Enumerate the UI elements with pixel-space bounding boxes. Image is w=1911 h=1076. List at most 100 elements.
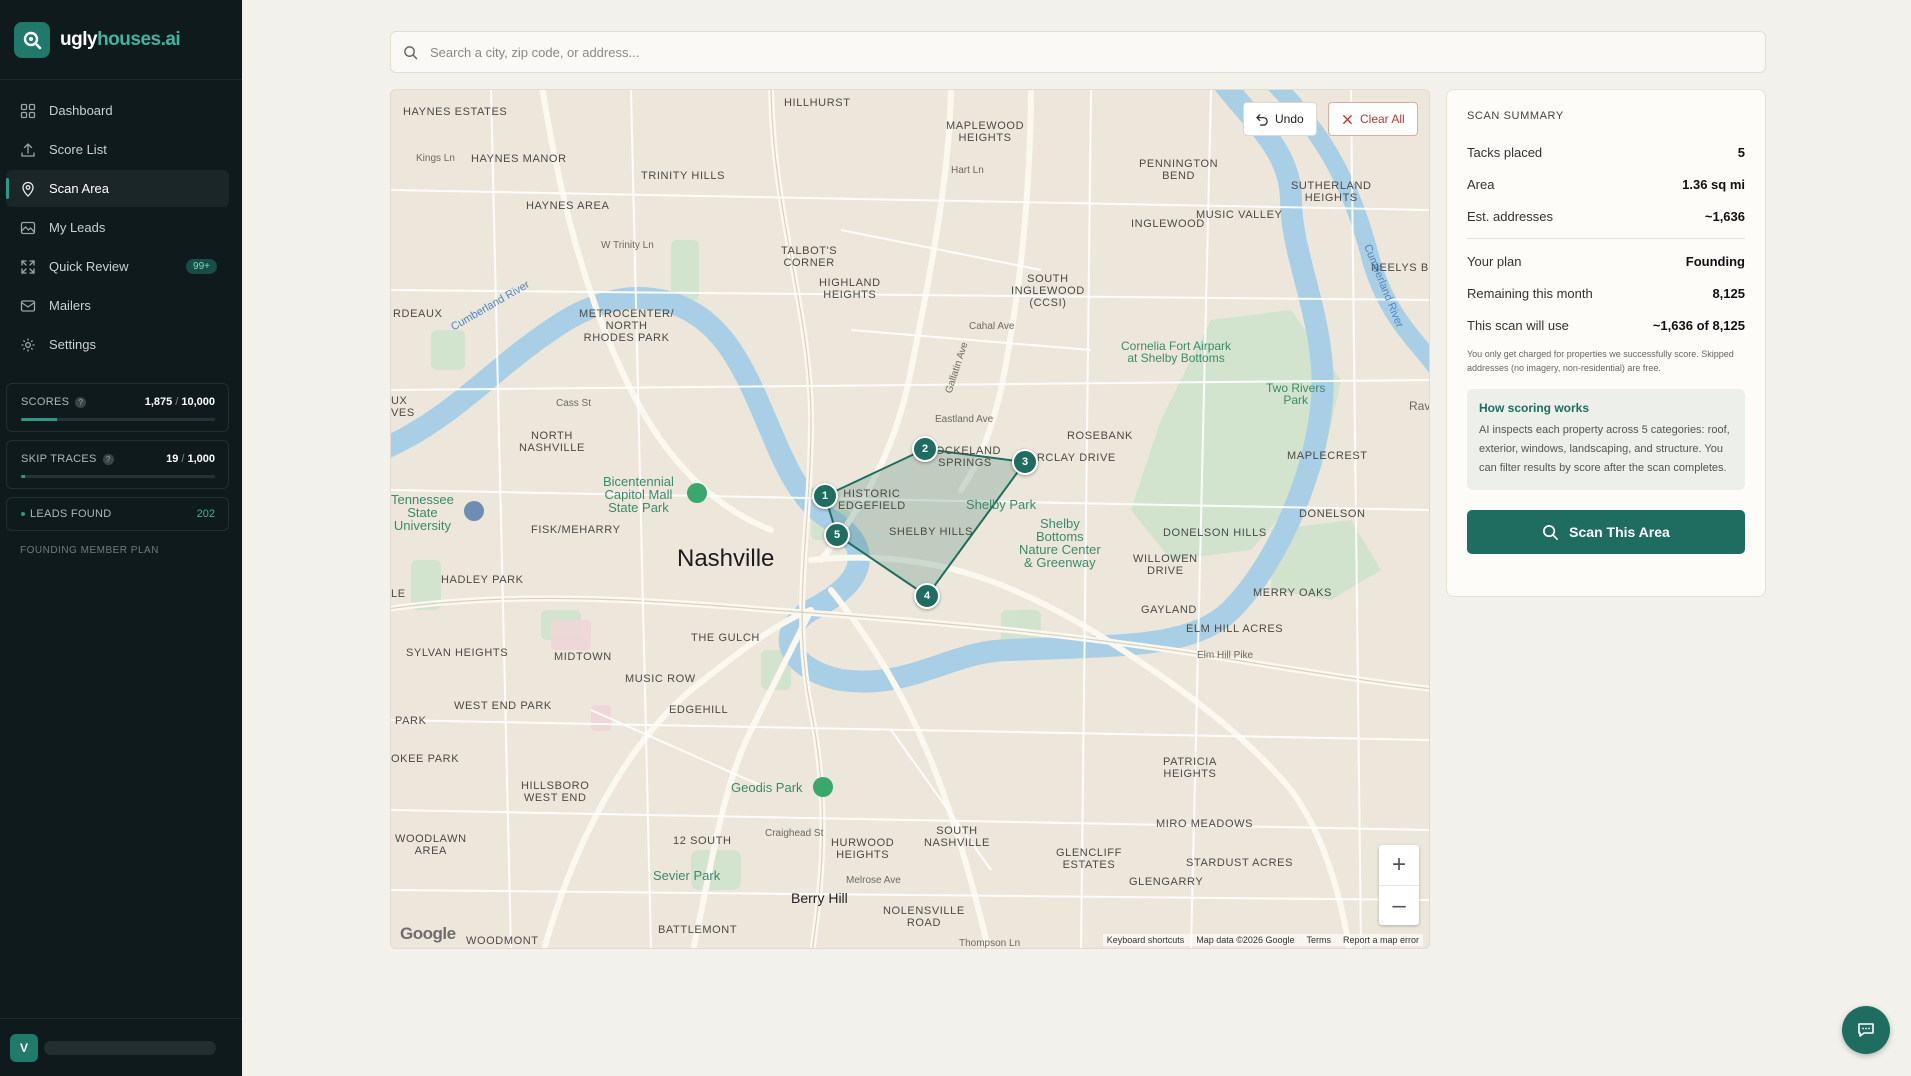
map-tack[interactable]: 1 (812, 483, 838, 509)
map-label: WEST END PARK (454, 700, 552, 712)
undo-button[interactable]: Undo (1243, 102, 1317, 136)
map-label-road: Eastland Ave (935, 414, 994, 425)
map-label: TRINITY HILLS (641, 170, 726, 182)
map-label: THE GULCH (691, 632, 760, 644)
summary-row: Remaining this month 8,125 (1467, 285, 1745, 301)
plan-label: FOUNDING MEMBER PLAN (20, 545, 159, 556)
zoom-out-button[interactable]: – (1379, 885, 1419, 925)
zoom-in-button[interactable]: + (1379, 845, 1419, 885)
search-icon (1543, 524, 1559, 540)
report-error-link[interactable]: Report a map error (1343, 935, 1419, 945)
map-label: HADLEY PARK (441, 574, 524, 586)
how-title: How scoring works (1479, 401, 1590, 415)
map-data-attribution: Map data ©2026 Google (1196, 935, 1295, 945)
map-label: PENNINGTON BEND (1139, 158, 1219, 182)
map-label-road: Cahal Ave (969, 321, 1015, 332)
help-icon[interactable]: ? (102, 453, 114, 465)
map-label: GLENGARRY (1129, 876, 1204, 888)
search-input[interactable] (430, 44, 1730, 60)
map-label: HILLHURST (784, 97, 851, 109)
map-label-road: Kings Ln (416, 153, 455, 164)
map-label: HILLSBORO WEST END (521, 780, 590, 804)
upload-icon (21, 142, 35, 157)
nav-item-my-leads[interactable]: My Leads (6, 209, 229, 246)
chat-button[interactable] (1842, 1006, 1890, 1054)
map-label: NOLENSVILLE ROAD (883, 905, 965, 929)
map-label: INGLEWOOD (1131, 218, 1205, 230)
map-label: HURWOOD HEIGHTS (831, 837, 895, 861)
nav-item-settings[interactable]: Settings (6, 326, 229, 363)
map-label: MIDTOWN (554, 651, 612, 663)
map-label-road: Elm Hill Pike (1197, 650, 1254, 661)
map-label: ROSEBANK (1067, 430, 1133, 442)
scores-progress-fill (21, 418, 58, 421)
nav-item-score-list[interactable]: Score List (6, 131, 229, 168)
nav-item-scan-area[interactable]: Scan Area (6, 170, 229, 207)
map-label: MAPLECREST (1287, 450, 1368, 462)
map-label: Tennessee State University (391, 492, 454, 533)
brand[interactable]: uglyhouses.ai (0, 0, 242, 80)
map-label: DONELSON HILLS (1163, 527, 1267, 539)
scores-value: 1,875/10,000 (144, 396, 215, 408)
summary-row: This scan will use ~1,636 of 8,125 (1467, 317, 1745, 333)
leads-found-value: 202 (196, 508, 215, 520)
map-label: MUSIC VALLEY (1196, 209, 1283, 221)
avatar[interactable]: V (10, 1033, 38, 1062)
nav-label: Settings (49, 337, 96, 352)
clear-all-button[interactable]: Clear All (1328, 102, 1418, 136)
map-label: UX VES (391, 395, 415, 419)
map-tack[interactable]: 5 (824, 522, 850, 548)
map-label: GLENCLIFF ESTATES (1056, 847, 1122, 871)
search-bar[interactable] (390, 31, 1766, 73)
chat-icon (1858, 1023, 1874, 1037)
panel-title: SCAN SUMMARY (1467, 110, 1564, 122)
skip-traces-card[interactable]: SKIP TRACES ? 19/1,000 (6, 440, 229, 489)
map-label: SUTHERLAND HEIGHTS (1291, 180, 1372, 204)
map-label-road: W Trinity Ln (601, 240, 654, 251)
map-label: GAYLAND (1141, 604, 1197, 616)
map-label: LE (391, 588, 406, 600)
help-icon[interactable]: ? (75, 396, 87, 408)
nav-item-mailers[interactable]: Mailers (6, 287, 229, 324)
summary-row: Your plan Founding (1467, 253, 1745, 269)
map-label: SHELBY HILLS (889, 526, 974, 538)
terms-link[interactable]: Terms (1306, 935, 1331, 945)
nav-label: Scan Area (49, 181, 109, 196)
map-label: 12 SOUTH (673, 835, 732, 847)
map-label: FISK/MEHARRY (531, 524, 621, 536)
map-label: PATRICIA HEIGHTS (1163, 756, 1217, 780)
leads-found-label: LEADS FOUND (30, 508, 112, 520)
map-tack[interactable]: 2 (912, 436, 938, 462)
brand-name: uglyhouses.ai (60, 28, 181, 50)
expand-icon (21, 259, 35, 274)
grid-icon (20, 103, 36, 118)
nav-label: Mailers (49, 298, 91, 313)
scan-this-area-button[interactable]: Scan This Area (1467, 510, 1745, 554)
how-scoring-works-box: How scoring works AI inspects each prope… (1467, 389, 1745, 490)
map-tack[interactable]: 3 (1012, 449, 1038, 475)
map-label: HAYNES MANOR (471, 153, 567, 165)
divider (1467, 238, 1745, 239)
user-name-placeholder (44, 1040, 216, 1055)
map-footer: Keyboard shortcuts Map data ©2026 Google… (1102, 934, 1423, 946)
nav-item-dashboard[interactable]: Dashboard (6, 92, 229, 129)
map-label: Bicentennial Capitol Mall State Park (603, 474, 674, 515)
skip-traces-value: 19/1,000 (166, 453, 215, 465)
scores-card[interactable]: SCORES ? 1,875/10,000 (6, 383, 229, 432)
map-label-road: Melrose Ave (846, 875, 901, 886)
gear-icon (21, 338, 35, 351)
map[interactable]: HAYNES ESTATES HAYNES MANOR HAYNES AREA … (390, 89, 1430, 949)
billing-note: You only get charged for properties we s… (1467, 349, 1734, 373)
map-tack[interactable]: 4 (914, 583, 940, 609)
keyboard-shortcuts-link[interactable]: Keyboard shortcuts (1107, 935, 1185, 945)
map-label: HISTORIC EDGEFIELD (838, 488, 906, 512)
nav-item-quick-review[interactable]: Quick Review 99+ (6, 248, 229, 285)
logo-search-icon (14, 21, 50, 58)
summary-row: Est. addresses ~1,636 (1467, 208, 1745, 224)
map-label: Geodis Park (731, 780, 803, 795)
search-icon (404, 45, 418, 59)
zoom-controls: + – (1379, 845, 1419, 925)
map-label: Berry Hill (791, 890, 848, 906)
user-menu[interactable]: V (0, 1018, 242, 1076)
leads-found-card[interactable]: LEADS FOUND 202 (6, 497, 229, 531)
